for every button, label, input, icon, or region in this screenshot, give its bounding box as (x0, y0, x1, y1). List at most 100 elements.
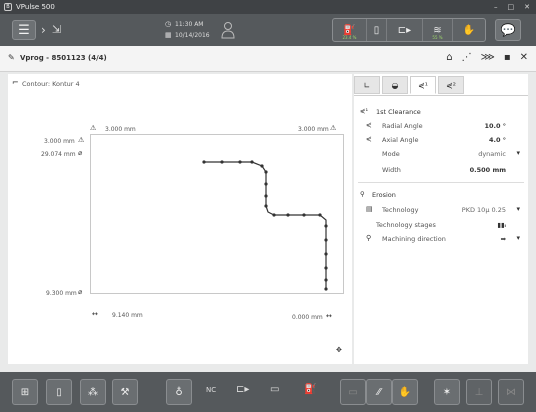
shape-icon: ◒ (391, 80, 399, 90)
length-arrow-icon: ↔ (326, 312, 332, 320)
axial-angle-row[interactable]: ⋞ Axial Angle 4.0 ° (354, 133, 528, 147)
technology-label: Technology (382, 206, 419, 214)
close-icon[interactable]: ✕ (520, 52, 528, 63)
tab-clearance-2[interactable]: ⋞² (438, 76, 464, 94)
axial-angle-label: Axial Angle (382, 136, 419, 144)
direction-arrow-icon[interactable]: ⇛ (501, 235, 506, 243)
measure-icon[interactable]: ⋙ (481, 52, 495, 63)
wire-icon: ⁄⁄ (377, 386, 381, 398)
contour-panel: ⌐ Contour: Kontur 4 ⚠ 3.000 mm 3.000 mm … (8, 74, 352, 364)
probe-icon: ♁ (175, 386, 183, 398)
chevron-right-icon: › (41, 23, 46, 37)
machining-direction-label: Machining direction (382, 235, 446, 243)
home-icon[interactable]: ⌂ (446, 52, 452, 63)
tool-down-icon: ⊥ (474, 386, 484, 398)
status-filter[interactable]: ▯ (367, 19, 387, 41)
hand-icon: ✋ (398, 386, 412, 398)
message-button[interactable]: 💬 (495, 19, 521, 41)
width-value[interactable]: 0.500 mm (470, 166, 506, 174)
status-pump[interactable]: ⛽ 23.4 % (333, 19, 367, 41)
clearance1-icon: ⋞¹ (418, 80, 428, 90)
spark-button[interactable]: ▭ (340, 379, 366, 405)
width-row[interactable]: Width 0.500 mm (354, 163, 528, 177)
close-window-icon[interactable]: ✕ (524, 3, 530, 11)
mode-label: Mode (382, 150, 400, 158)
dim-bottom-left: 9.140 mm (112, 312, 143, 319)
radial-angle-value[interactable]: 10.0 ° (484, 122, 506, 130)
bottom-toolbar: ⊞ ▯ ⁂ ⚒ ♁ NC ⊏▸ ▭ ⛽ ▭ ⁄⁄ ✋ ✶ ⊥ ⋈ (0, 372, 536, 412)
machining-direction-row[interactable]: ⚲ Machining direction ⇛ ▾ (354, 232, 528, 246)
user-icon[interactable] (220, 21, 236, 39)
date-text: 10/14/2016 (175, 32, 210, 39)
technology-stages-row[interactable]: Technology stages ▮▮ₗ (354, 218, 528, 232)
move-icon[interactable]: ✥ (336, 346, 342, 354)
calendar-icon: ▦ (165, 31, 172, 39)
menu-button[interactable]: ☰ (12, 20, 36, 40)
mode-row[interactable]: Mode dynamic ▾ (354, 147, 528, 161)
title-bar: B VPulse 500 – □ ✕ (0, 0, 536, 14)
pump-percent: 23.4 % (342, 35, 357, 40)
probe-button[interactable]: ♁ (166, 379, 192, 405)
hand-button[interactable]: ✋ (392, 379, 418, 405)
axial-angle-icon: ⋞ (366, 135, 372, 143)
wave-percent: 55 % (432, 35, 443, 40)
width-label: Width (382, 166, 401, 174)
app-logo-icon: B (4, 3, 12, 11)
erosion-icon: ⚲ (360, 190, 365, 198)
program-edit-icon: ✎ (8, 53, 15, 62)
machine-setup-button[interactable]: ⊞ (12, 379, 38, 405)
mode-value[interactable]: dynamic (478, 150, 506, 158)
time-text: 11:30 AM (175, 21, 204, 28)
chevron-down-icon[interactable]: ▾ (516, 234, 520, 242)
tool-edit-button[interactable]: ⚒ (112, 379, 138, 405)
chevron-down-icon[interactable]: ▾ (516, 149, 520, 157)
parameters-panel: ∟ ◒ ⋞¹ ⋞² ⋞¹ 1st Clearance ⋞ Radial Angl… (354, 74, 528, 364)
technology-value[interactable]: PKD 10µ 0.25 (462, 206, 506, 214)
hand-icon: ✋ (462, 24, 476, 36)
technology-row[interactable]: ▤ Technology PKD 10µ 0.25 ▾ (354, 203, 528, 217)
minimize-icon[interactable]: – (494, 3, 498, 11)
tab-shape[interactable]: ◒ (382, 76, 408, 94)
chevron-down-icon[interactable]: ▾ (516, 205, 520, 213)
clearance2-icon: ⋞² (446, 80, 456, 90)
axial-angle-value[interactable]: 4.0 ° (489, 136, 506, 144)
pump-icon[interactable]: ⛽ (304, 384, 316, 395)
parameter-tabs: ∟ ◒ ⋞¹ ⋞² (354, 76, 528, 96)
plug-icon: ⊏▸ (397, 24, 412, 36)
save-icon[interactable]: ▪ (504, 52, 511, 63)
tool-down-button[interactable]: ⊥ (466, 379, 492, 405)
spark-icon: ▭ (348, 386, 358, 398)
tool-transfer-button[interactable]: ⋈ (498, 379, 524, 405)
program-title: Vprog - 8501123 (4/4) (20, 54, 107, 62)
radial-angle-icon: ⋞ (366, 121, 372, 129)
stages-icon[interactable]: ▮▮ₗ (497, 221, 506, 229)
plug-icon[interactable]: ⊏▸ (236, 384, 249, 395)
status-wave[interactable]: ≋ 55 % (423, 19, 453, 41)
tab-angle[interactable]: ∟ (354, 76, 380, 94)
status-plug[interactable]: ⊏▸ (387, 19, 423, 41)
clearance-section-title: 1st Clearance (376, 108, 421, 116)
wear-icon[interactable]: ⋰ (462, 52, 472, 63)
ruler-icon[interactable]: ▭ (270, 384, 279, 395)
pump-icon: ⛽ (343, 24, 356, 36)
program-list-button[interactable]: ▯ (46, 379, 72, 405)
technology-stages-label: Technology stages (376, 221, 436, 229)
tool-edit-icon: ⚒ (120, 386, 130, 398)
wire-button[interactable]: ⁄⁄ (366, 379, 392, 405)
nc-button[interactable]: NC (206, 386, 216, 394)
start-button[interactable]: ✶ (434, 379, 460, 405)
length-arrow-icon: ↔ (92, 310, 98, 318)
technology-icon: ▤ (366, 205, 373, 213)
status-hand[interactable]: ✋ (453, 19, 485, 41)
radial-angle-label: Radial Angle (382, 122, 423, 130)
tool-transfer-icon: ⋈ (506, 386, 516, 398)
radial-angle-row[interactable]: ⋞ Radial Angle 10.0 ° (354, 119, 528, 133)
points-button[interactable]: ⁂ (80, 379, 106, 405)
export-icon[interactable]: ⇲ (52, 23, 61, 36)
app-title: VPulse 500 (16, 3, 55, 11)
tab-clearance-1[interactable]: ⋞¹ (410, 76, 436, 94)
hamburger-icon: ☰ (18, 22, 30, 38)
clock-icon: ◷ (165, 20, 172, 28)
top-toolbar: ☰ › ⇲ ◷ 11:30 AM ▦ 10/14/2016 ⛽ 23.4 % ▯ ⊏… (0, 14, 536, 46)
maximize-icon[interactable]: □ (508, 3, 515, 11)
